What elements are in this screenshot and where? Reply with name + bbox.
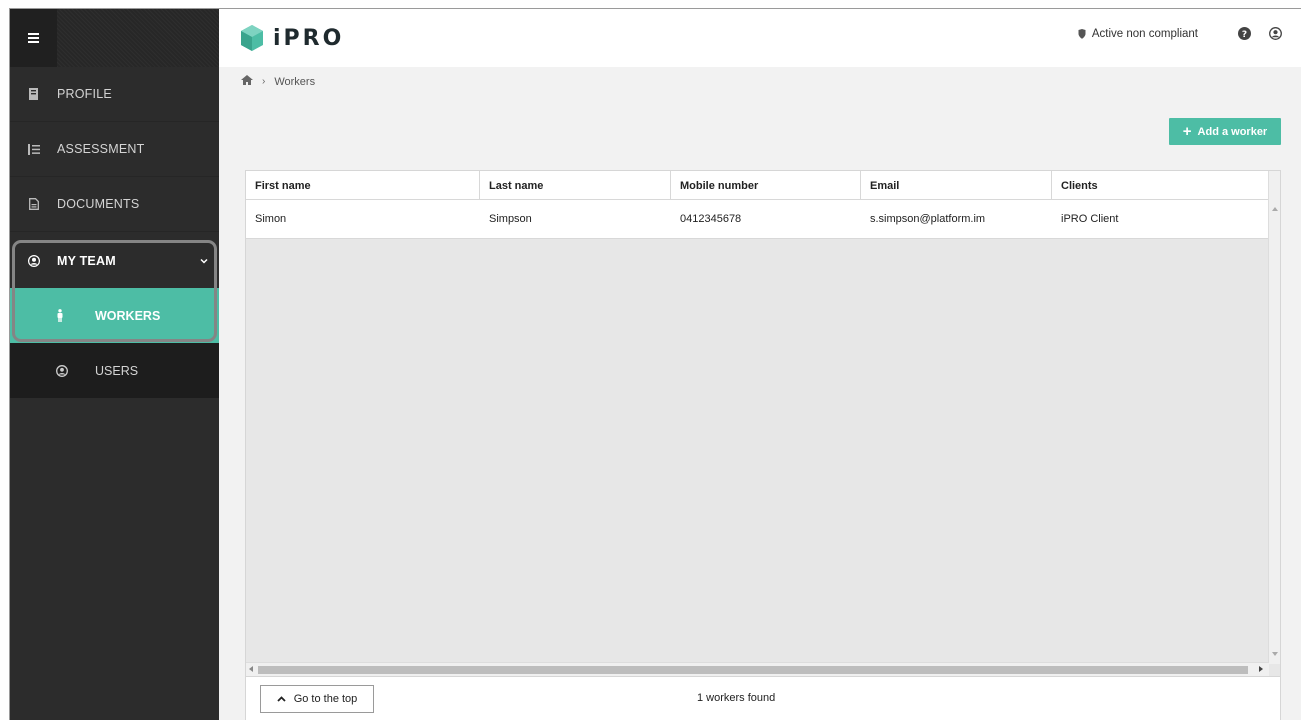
go-to-top-button[interactable]: Go to the top: [260, 685, 374, 713]
svg-text:?: ?: [1242, 30, 1247, 40]
sidebar-item-my-team[interactable]: MY TEAM: [10, 233, 219, 288]
compliance-status-label: Active non compliant: [1091, 27, 1198, 40]
shield-icon: [1078, 28, 1086, 39]
horizontal-scrollbar[interactable]: [246, 662, 1269, 676]
add-worker-label: Add a worker: [1197, 125, 1268, 138]
sidebar-item-label: PROFILE: [57, 87, 112, 101]
chevron-up-icon: [277, 696, 286, 702]
list-icon: [10, 143, 57, 155]
home-icon[interactable]: [241, 75, 253, 88]
account-icon[interactable]: [1269, 27, 1282, 40]
scroll-left-icon[interactable]: [249, 666, 253, 672]
cell-clients: iPRO Client: [1061, 213, 1119, 225]
chevron-down-icon: [200, 251, 208, 269]
sidebar-item-assessment[interactable]: ASSESSMENT: [10, 122, 219, 177]
vertical-scrollbar[interactable]: [1268, 171, 1280, 664]
logo[interactable]: iPRO: [241, 25, 344, 51]
column-header-clients[interactable]: Clients: [1052, 171, 1269, 200]
logo-text: iPRO: [273, 25, 345, 51]
column-header-mobile-number[interactable]: Mobile number: [671, 171, 861, 200]
sidebar-item-label: ASSESSMENT: [57, 142, 145, 156]
help-icon[interactable]: ?: [1238, 27, 1251, 40]
cell-mobile-number: 0412345678: [680, 213, 742, 225]
person-icon: [10, 309, 69, 322]
user-icon: [10, 364, 69, 377]
horizontal-scrollbar-thumb[interactable]: [258, 666, 1248, 674]
header-right: Active non compliant ?: [1078, 27, 1282, 40]
breadcrumb-separator: ›: [262, 76, 266, 87]
plus-icon: +: [1182, 123, 1192, 140]
results-count: 1 workers found: [697, 692, 776, 704]
add-worker-button[interactable]: + Add a worker: [1169, 118, 1281, 145]
sidebar-subitem-label: USERS: [95, 363, 139, 378]
go-to-top-label: Go to the top: [293, 693, 358, 705]
workers-table: First name Last name Mobile number Email…: [245, 170, 1281, 677]
sidebar-subitem-users[interactable]: USERS: [10, 343, 219, 398]
sidebar-top-pattern: [57, 9, 219, 67]
sidebar-top: [10, 9, 219, 67]
logo-icon: [241, 25, 263, 51]
sidebar: PROFILE ASSESSMENT DOCUMENTS MY TEAM WOR…: [10, 9, 219, 720]
profile-icon: [10, 88, 57, 100]
table-footer: Go to the top 1 workers found: [245, 677, 1281, 720]
top-header: iPRO Active non compliant ?: [219, 9, 1301, 67]
sidebar-item-label: MY TEAM: [57, 253, 116, 268]
sidebar-item-label: DOCUMENTS: [57, 197, 140, 211]
scroll-down-icon[interactable]: [1272, 652, 1278, 656]
cell-last-name: Simpson: [489, 213, 532, 225]
compliance-status[interactable]: Active non compliant: [1078, 28, 1198, 40]
app-frame: PROFILE ASSESSMENT DOCUMENTS MY TEAM WOR…: [9, 8, 1301, 720]
hamburger-icon: [28, 33, 39, 43]
document-icon: [10, 198, 57, 210]
main-content: › Workers + Add a worker First name Last…: [219, 67, 1301, 720]
breadcrumb: › Workers: [241, 75, 315, 88]
column-header-first-name[interactable]: First name: [246, 171, 480, 200]
menu-toggle-button[interactable]: [10, 9, 57, 67]
column-header-email[interactable]: Email: [861, 171, 1052, 200]
user-circle-icon: [10, 254, 57, 267]
column-header-last-name[interactable]: Last name: [480, 171, 671, 200]
sidebar-item-profile[interactable]: PROFILE: [10, 67, 219, 122]
scroll-up-icon[interactable]: [1272, 207, 1278, 211]
cell-email: s.simpson@platform.im: [870, 213, 986, 225]
sidebar-subitem-label: WORKERS: [95, 308, 161, 323]
cell-first-name: Simon: [255, 213, 287, 225]
scroll-right-icon[interactable]: [1259, 666, 1263, 672]
table-row[interactable]: Simon Simpson 0412345678 s.simpson@platf…: [246, 200, 1269, 239]
table-header: First name Last name Mobile number Email…: [246, 171, 1269, 200]
breadcrumb-current: Workers: [274, 75, 316, 88]
sidebar-item-documents[interactable]: DOCUMENTS: [10, 177, 219, 232]
sidebar-subitem-workers[interactable]: WORKERS: [10, 288, 219, 343]
